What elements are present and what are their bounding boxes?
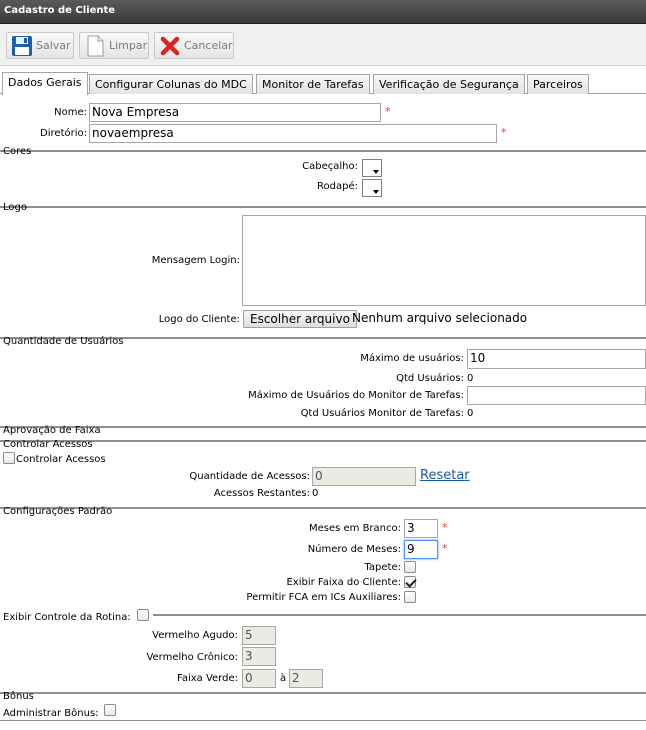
- control-access-label: Controlar Acessos: [16, 454, 106, 465]
- tab-monitor-tarefas[interactable]: Monitor de Tarefas: [256, 74, 370, 94]
- approval-section-title: Aprovação de Faixa: [3, 425, 101, 436]
- tab-verificacao-seguranca[interactable]: Verificação de Segurança: [373, 74, 525, 94]
- divider: [0, 150, 646, 152]
- carpet-checkbox[interactable]: [404, 561, 416, 573]
- fca-checkbox[interactable]: [404, 591, 416, 603]
- tab-dados-gerais[interactable]: Dados Gerais: [2, 72, 88, 95]
- save-label: Salvar: [36, 39, 71, 52]
- tab-bar: Dados Gerais Configurar Colunas do MDC M…: [0, 72, 646, 95]
- access-quantity-label: Quantidade de Acessos:: [189, 471, 310, 482]
- save-button[interactable]: Salvar: [6, 32, 74, 59]
- max-monitor-users-label: Máximo de Usuários do Monitor de Tarefas…: [248, 390, 464, 401]
- months-count-required-mark: *: [442, 542, 448, 555]
- login-message-label: Mensagem Login:: [151, 255, 240, 266]
- directory-input[interactable]: novaempresa: [89, 124, 497, 143]
- toolbar: Salvar Limpar Cancelar: [0, 24, 646, 66]
- divider: [0, 206, 646, 208]
- divider: [0, 720, 646, 721]
- show-band-checkbox[interactable]: [404, 576, 416, 588]
- cancel-label: Cancelar: [184, 39, 233, 52]
- colors-section-title: Cores: [3, 146, 32, 157]
- choose-file-button[interactable]: Escolher arquivo: [243, 310, 357, 328]
- name-input[interactable]: Nova Empresa: [89, 103, 381, 122]
- users-count-label: Qtd Usuários:: [396, 373, 464, 384]
- users-count-value: 0: [467, 373, 474, 384]
- blank-months-label: Meses em Branco:: [308, 523, 401, 534]
- tab-configurar-colunas[interactable]: Configurar Colunas do MDC: [89, 74, 253, 94]
- fca-label: Permitir FCA em ICs Auxiliares:: [246, 592, 401, 603]
- footer-color-picker[interactable]: [362, 179, 382, 197]
- blank-months-required-mark: *: [442, 521, 448, 534]
- window-title: Cadastro de Cliente: [0, 0, 646, 24]
- logo-section-title: Logo: [3, 202, 27, 213]
- defaults-section-title: Configurações Padrão: [3, 506, 113, 517]
- green-band-from-input[interactable]: 0: [242, 669, 276, 688]
- file-status: Nenhum arquivo selecionado: [352, 311, 528, 325]
- chronic-red-label: Vermelho Crônico:: [146, 652, 238, 663]
- months-count-input[interactable]: 9: [404, 540, 438, 559]
- chronic-red-input[interactable]: 3: [242, 647, 276, 666]
- bonus-admin-checkbox[interactable]: [104, 704, 116, 716]
- max-users-input[interactable]: 10: [467, 349, 646, 369]
- acute-red-label: Vermelho Agudo:: [152, 630, 238, 641]
- divider: [0, 692, 646, 694]
- tab-parceiros[interactable]: Parceiros: [527, 74, 589, 94]
- bonus-admin-label: Administrar Bônus:: [3, 708, 99, 719]
- green-band-to-input[interactable]: 2: [289, 669, 323, 688]
- users-section-title: Quantidade de Usuários: [3, 336, 124, 347]
- client-logo-label: Logo do Cliente:: [158, 314, 240, 325]
- bonus-section-title: Bônus: [3, 691, 34, 702]
- show-band-label: Exibir Faixa do Cliente:: [286, 577, 401, 588]
- header-color-label: Cabeçalho:: [302, 161, 358, 172]
- remaining-access-value: 0: [312, 488, 319, 499]
- carpet-label: Tapete:: [364, 562, 401, 573]
- control-access-checkbox[interactable]: [3, 452, 15, 464]
- access-quantity-input[interactable]: 0: [312, 467, 416, 486]
- routine-control-checkbox[interactable]: [137, 609, 149, 621]
- directory-label: Diretório:: [40, 128, 87, 139]
- max-users-label: Máximo de usuários:: [360, 353, 464, 364]
- clear-label: Limpar: [109, 39, 148, 52]
- name-required-mark: *: [385, 105, 391, 118]
- red-x-icon: [159, 35, 181, 57]
- monitor-users-count-label: Qtd Usuários Monitor de Tarefas:: [300, 408, 464, 419]
- footer-color-label: Rodapé:: [317, 181, 358, 192]
- divider: [153, 614, 646, 616]
- green-band-label: Faixa Verde:: [177, 673, 238, 684]
- green-band-to-label: à: [280, 673, 287, 684]
- acute-red-input[interactable]: 5: [242, 626, 276, 645]
- floppy-disk-icon: [11, 35, 33, 57]
- clear-button[interactable]: Limpar: [79, 32, 149, 59]
- routine-section-title: Exibir Controle da Rotina:: [3, 612, 131, 623]
- reset-link[interactable]: Resetar: [420, 468, 470, 483]
- months-count-label: Número de Meses:: [307, 544, 401, 555]
- header-color-picker[interactable]: [362, 159, 382, 177]
- divider: [0, 440, 646, 442]
- login-message-textarea[interactable]: [242, 215, 646, 306]
- access-section-title: Controlar Acessos: [3, 439, 93, 450]
- name-label: Nome:: [54, 107, 87, 118]
- remaining-access-label: Acessos Restantes:: [213, 488, 310, 499]
- monitor-users-count-value: 0: [467, 408, 474, 419]
- blank-months-input[interactable]: 3: [404, 519, 438, 538]
- cancel-button[interactable]: Cancelar: [154, 32, 234, 59]
- max-monitor-users-input[interactable]: [467, 386, 646, 405]
- blank-document-icon: [84, 35, 106, 57]
- directory-required-mark: *: [501, 126, 507, 139]
